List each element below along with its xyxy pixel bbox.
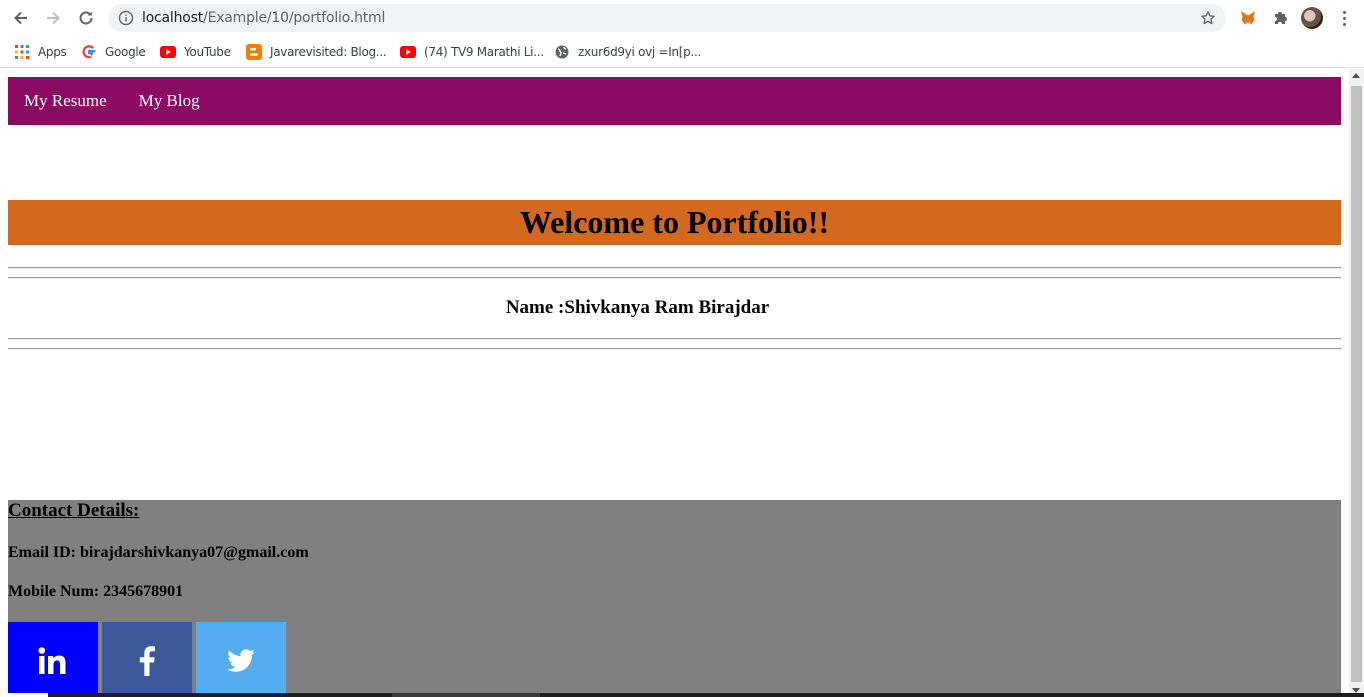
youtube-icon <box>400 44 416 60</box>
bookmarks-bar: Apps Google YouTube Javarevisited: Blog.… <box>0 36 1364 68</box>
url-path: /Example/10/portfolio.html <box>203 10 386 26</box>
forward-arrow-icon <box>47 11 60 25</box>
site-info-icon[interactable] <box>118 10 134 26</box>
bookmark-label: Javarevisited: Blog... <box>270 45 387 59</box>
contact-email: Email ID: birajdarshivkanya07@gmail.com <box>8 544 309 561</box>
bookmark-javarevisited[interactable]: Javarevisited: Blog... <box>246 42 387 62</box>
reload-icon <box>79 11 93 25</box>
twitter-button[interactable] <box>196 622 286 697</box>
taskbar-edge <box>0 693 1364 697</box>
bookmark-label: (74) TV9 Marathi Li... <box>424 45 544 59</box>
bookmark-google[interactable]: Google <box>81 42 146 62</box>
google-icon <box>81 44 97 60</box>
facebook-button[interactable] <box>102 622 192 697</box>
linkedin-button[interactable] <box>8 622 98 697</box>
bookmark-label: Apps <box>38 45 67 59</box>
profile-avatar[interactable] <box>1301 7 1323 29</box>
browser-toolbar: localhost/Example/10/portfolio.html <box>0 0 1364 36</box>
nav-link-my-blog[interactable]: My Blog <box>139 91 200 111</box>
blogger-icon <box>246 44 262 60</box>
reload-button[interactable] <box>75 8 97 28</box>
divider <box>8 267 1341 269</box>
browser-menu-icon[interactable] <box>1336 8 1352 28</box>
contact-heading: Contact Details: <box>8 500 140 521</box>
globe-icon <box>554 44 570 60</box>
nav-link-my-resume[interactable]: My Resume <box>24 91 107 111</box>
twitter-icon <box>227 649 255 672</box>
back-button[interactable] <box>10 8 32 28</box>
bookmark-tv9-marathi[interactable]: (74) TV9 Marathi Li... <box>400 42 544 62</box>
linkedin-icon <box>38 647 66 674</box>
bookmark-zxur6d9yi[interactable]: zxur6d9yi ovj =In[p... <box>554 42 701 62</box>
page-viewport: My Resume My Blog Welcome to Portfolio!!… <box>0 69 1349 697</box>
divider <box>8 348 1341 350</box>
vertical-scrollbar[interactable] <box>1349 69 1364 697</box>
back-arrow-icon <box>14 11 27 25</box>
bookmark-star-icon[interactable] <box>1200 10 1216 26</box>
facebook-icon <box>139 646 155 676</box>
metamask-extension-button[interactable] <box>1238 8 1258 28</box>
youtube-icon <box>160 44 176 60</box>
contact-footer: Contact Details: Email ID: birajdarshivk… <box>8 500 1341 697</box>
bookmark-label: zxur6d9yi ovj =In[p... <box>578 45 702 59</box>
scrollbar-thumb[interactable] <box>1351 86 1362 682</box>
fox-icon <box>1241 11 1255 24</box>
forward-button[interactable] <box>42 8 64 28</box>
url-text[interactable]: localhost/Example/10/portfolio.html <box>142 10 385 26</box>
bookmark-youtube[interactable]: YouTube <box>160 42 231 62</box>
top-navigation-bar: My Resume My Blog <box>8 77 1341 125</box>
bookmark-apps[interactable]: Apps <box>14 42 67 62</box>
welcome-banner: Welcome to Portfolio!! <box>8 200 1341 245</box>
welcome-title: Welcome to Portfolio!! <box>519 204 830 240</box>
address-bar[interactable]: localhost/Example/10/portfolio.html <box>108 4 1226 32</box>
contact-mobile: Mobile Num: 2345678901 <box>8 583 184 600</box>
scroll-up-arrow-icon[interactable] <box>1352 73 1360 78</box>
apps-grid-icon <box>14 44 30 60</box>
puzzle-piece-icon <box>1275 12 1287 24</box>
divider <box>8 277 1341 279</box>
extensions-button[interactable] <box>1270 8 1290 28</box>
bookmark-label: Google <box>105 45 146 59</box>
profile-name: Name :Shivkanya Ram Birajdar <box>505 297 770 318</box>
divider <box>8 338 1341 340</box>
bookmark-label: YouTube <box>184 45 231 59</box>
url-host: localhost <box>142 10 204 26</box>
